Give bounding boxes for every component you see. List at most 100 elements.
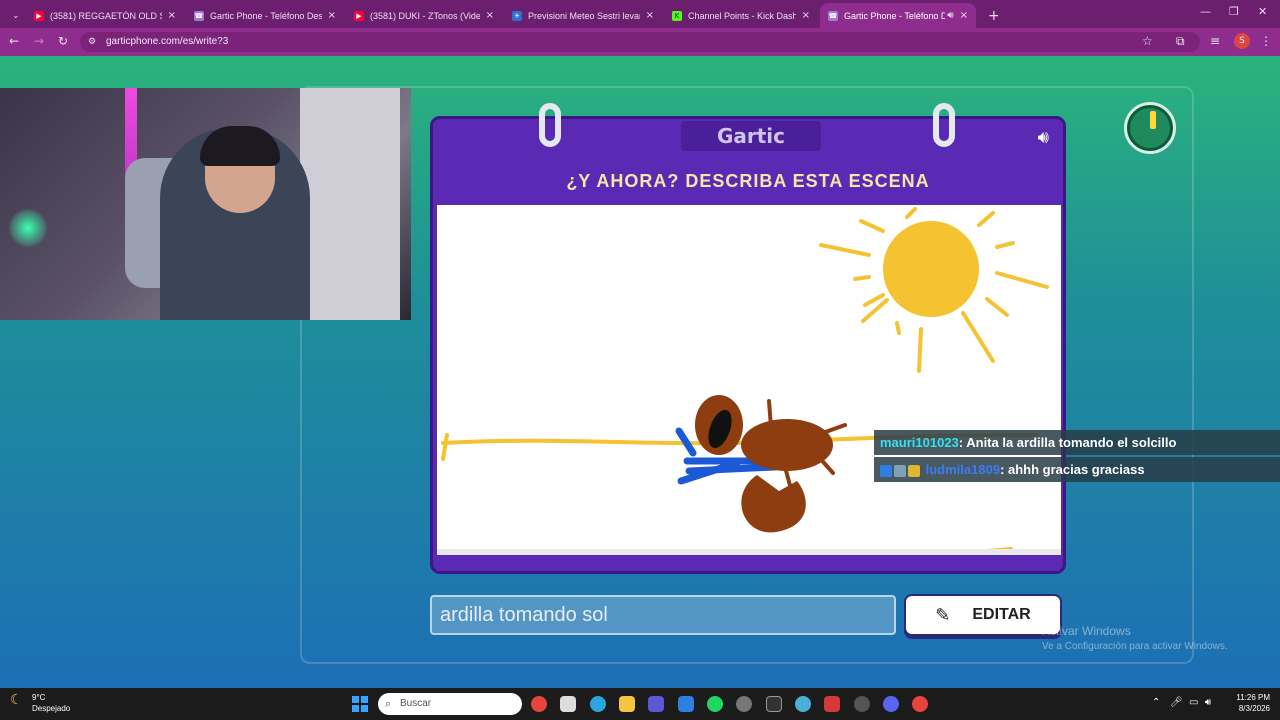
tab-title: Previsioni Meteo Sestri levante [528, 10, 640, 21]
close-icon[interactable]: × [168, 10, 176, 21]
chrome-profile-icon[interactable] [912, 696, 928, 712]
close-window-icon[interactable]: ✕ [1258, 5, 1267, 18]
chat-message: mauri101023: Anita la ardilla tomando el… [874, 430, 1280, 455]
badge-icon [894, 464, 906, 477]
crown-badge-icon [908, 464, 920, 477]
badge-icon [880, 464, 892, 477]
network-icon[interactable]: ▭ [1189, 697, 1198, 708]
gartic-icon: ☎ [194, 10, 204, 21]
microphone-icon[interactable]: 🎤︎ [1170, 697, 1183, 708]
mail-icon[interactable] [678, 696, 694, 712]
search-placeholder: Buscar [400, 698, 432, 709]
chat-text: : Anita la ardilla tomando el solcillo [958, 435, 1177, 450]
tab-title: Gartic Phone - Teléfono De [844, 10, 946, 21]
app-icon[interactable] [736, 696, 752, 712]
timer-progress [1150, 111, 1156, 129]
tab-title: Channel Points - Kick Dashboar [688, 10, 796, 21]
epic-games-icon[interactable] [766, 696, 782, 712]
clock-date: 8/3/2026 [1238, 704, 1270, 713]
webcam-background-door [300, 88, 400, 320]
tab-4[interactable]: K Channel Points - Kick Dashboar × [664, 3, 818, 28]
app-red-icon[interactable] [824, 696, 840, 712]
tab-5-active[interactable]: ☎ Gartic Phone - Teléfono De 🔊︎ × [820, 3, 976, 28]
moon-icon: ☾ [10, 692, 23, 708]
file-explorer-icon[interactable] [619, 696, 635, 712]
media-control-icon[interactable]: ≡ [1210, 34, 1220, 48]
scene-notebook: Gartic 🔊︎ ¿Y AHORA? DESCRIBA ESTA ESCENA [430, 103, 1066, 574]
browser-tab-bar: ⌄ ▶ (3581) REGGAETÓN OLD SCHO × ☎ Gartic… [0, 0, 1280, 28]
close-icon[interactable]: × [486, 10, 494, 21]
close-icon[interactable]: × [960, 10, 968, 21]
description-input[interactable] [430, 595, 896, 635]
tab-3[interactable]: ☀ Previsioni Meteo Sestri levante × [504, 3, 662, 28]
prompt-heading: ¿Y AHORA? DESCRIBA ESTA ESCENA [566, 171, 930, 191]
forward-icon[interactable]: → [34, 34, 44, 48]
sound-icon[interactable]: 🔊︎ [1038, 127, 1049, 148]
gartic-logo: Gartic [681, 121, 821, 151]
teams-icon[interactable] [648, 696, 664, 712]
more-menu-icon[interactable]: ⋮ [1260, 34, 1272, 48]
close-icon[interactable]: × [328, 10, 336, 21]
store-icon[interactable] [560, 696, 576, 712]
site-info-icon[interactable]: ⚙ [88, 32, 96, 52]
binder-ring-right [933, 103, 955, 147]
gartic-icon: ☎ [828, 10, 838, 21]
tab-2[interactable]: ▶ (3581) DUKI - ZTonos (Video Ofi × [346, 3, 502, 28]
chevron-up-icon[interactable]: ⌃ [1152, 697, 1160, 708]
weather-desc: Despejado [32, 704, 71, 713]
tab-1[interactable]: ☎ Gartic Phone - Teléfono Descon × [186, 3, 344, 28]
weather-icon: ☀ [512, 10, 522, 21]
chat-message: ludmila1809: ahhh gracias graciass [874, 457, 1280, 482]
search-icon: ⌕ [385, 697, 392, 710]
weather-widget[interactable]: ☾ 9°C Despejado [10, 692, 70, 714]
webcam-green-light [8, 208, 48, 248]
volume-icon[interactable]: 🔊︎ [1205, 697, 1211, 708]
browser-toolbar: ← → ↻ ⚙ garticphone.com/es/write?3 ☆ ⧉ ≡… [0, 28, 1280, 56]
bookmark-star-icon[interactable]: ☆ [1142, 34, 1153, 48]
edit-button[interactable]: ✎ EDITAR [904, 594, 1062, 636]
close-icon[interactable]: × [802, 10, 810, 21]
restore-icon[interactable]: ❐ [1229, 5, 1239, 18]
activate-windows-watermark: Activar Windows Ve a Configuración para … [1042, 624, 1228, 652]
drawing-canvas [437, 205, 1061, 555]
watermark-subtitle: Ve a Configuración para activar Windows. [1042, 641, 1228, 652]
discord-icon[interactable] [883, 696, 899, 712]
browser-icon[interactable] [795, 696, 811, 712]
kick-icon: K [672, 10, 682, 21]
drawing-svg [441, 207, 1049, 549]
reload-icon[interactable]: ↻ [58, 34, 68, 48]
webcam-streamer-hair [200, 126, 280, 166]
tab-list-button[interactable]: ⌄ [4, 3, 22, 28]
binder-ring-left [539, 103, 561, 147]
weather-temp: 9°C [32, 693, 46, 702]
taskbar-clock[interactable]: 11:26 PM 8/3/2026 [1228, 692, 1270, 714]
pencil-icon: ✎ [935, 604, 951, 626]
chrome-icon[interactable] [531, 696, 547, 712]
close-icon[interactable]: × [646, 10, 654, 21]
sun-drawing [819, 207, 1049, 373]
tab-title: (3581) REGGAETÓN OLD SCHO [50, 10, 162, 21]
extensions-icon[interactable]: ⧉ [1176, 34, 1185, 49]
back-icon[interactable]: ← [9, 34, 19, 48]
address-bar[interactable]: ⚙ garticphone.com/es/write?3 [80, 32, 1200, 52]
profile-avatar[interactable]: S [1234, 33, 1250, 49]
tab-0[interactable]: ▶ (3581) REGGAETÓN OLD SCHO × [26, 3, 184, 28]
clock-time: 11:26 PM [1236, 693, 1270, 702]
chat-username: mauri101023 [880, 435, 959, 450]
system-tray: ⌃ 🎤︎ ▭ 🔊︎ [1152, 697, 1211, 708]
windows-taskbar: ☾ 9°C Despejado ⌕ Buscar ⌃ 🎤︎ ▭ 🔊︎ 11:26… [0, 688, 1280, 720]
minimize-icon[interactable]: — [1200, 5, 1211, 18]
edge-icon[interactable] [590, 696, 606, 712]
start-button[interactable] [352, 696, 368, 712]
chevron-down-icon: ⌄ [12, 10, 20, 21]
obs-icon[interactable] [854, 696, 870, 712]
spotify-icon[interactable] [707, 696, 723, 712]
audio-icon[interactable]: 🔊︎ [947, 10, 953, 21]
stream-chat-overlay: mauri101023: Anita la ardilla tomando el… [874, 430, 1280, 484]
watermark-title: Activar Windows [1042, 624, 1131, 638]
chat-text: : ahhh gracias graciass [1000, 462, 1145, 477]
taskbar-search[interactable]: ⌕ Buscar [378, 693, 522, 715]
new-tab-button[interactable]: + [980, 3, 998, 28]
gartic-page: Gartic 🔊︎ ¿Y AHORA? DESCRIBA ESTA ESCENA [0, 56, 1280, 688]
edit-button-label: EDITAR [972, 606, 1031, 623]
